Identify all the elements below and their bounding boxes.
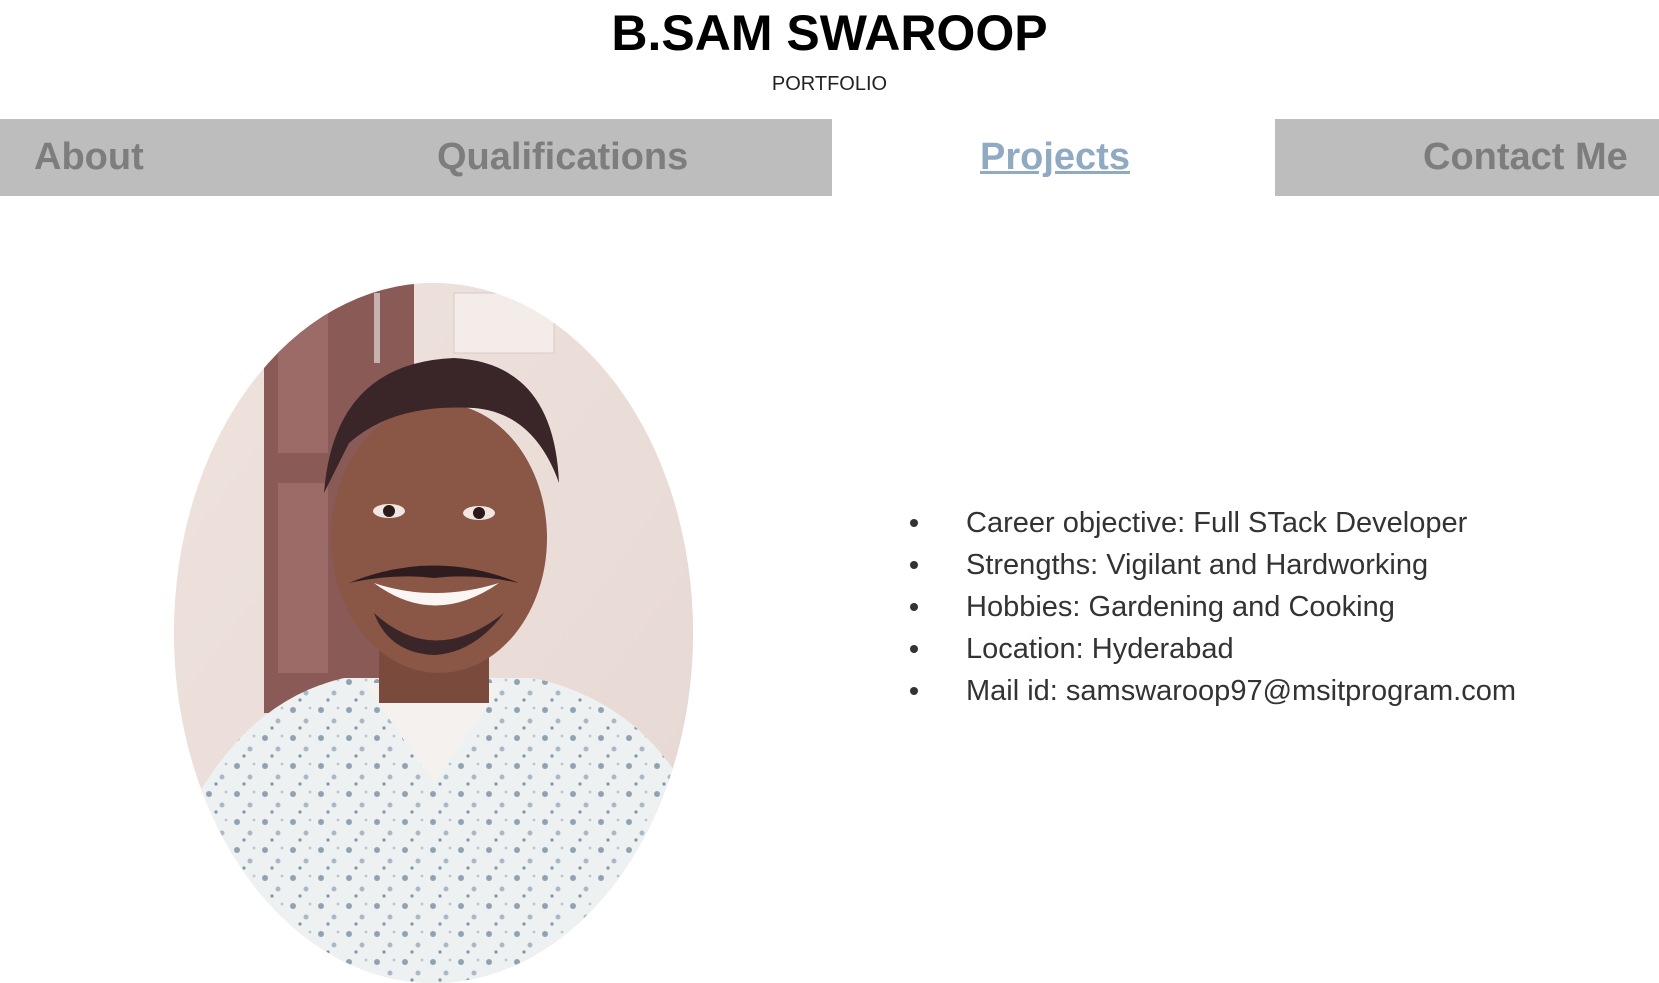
bullet-icon — [910, 561, 918, 569]
info-list: Career objective: Full STack Developer S… — [910, 502, 1516, 712]
info-item-text: Mail id: samswaroop97@msitprogram.com — [966, 675, 1516, 707]
site-subtitle: PORTFOLIO — [771, 73, 888, 95]
bullet-icon — [910, 603, 918, 611]
bullet-icon — [910, 519, 918, 527]
info-item-location: Location: Hyderabad — [910, 628, 1516, 670]
nav-link-qualifications[interactable]: Qualifications — [437, 119, 688, 196]
site-title: B.SAM SWAROOP — [611, 5, 1048, 61]
info-item-text: Career objective: Full STack Developer — [966, 507, 1468, 539]
info-item-text: Hobbies: Gardening and Cooking — [966, 591, 1395, 623]
info-item-strengths: Strengths: Vigilant and Hardworking — [910, 544, 1516, 586]
info-item-career-objective: Career objective: Full STack Developer — [910, 502, 1516, 544]
nav-link-projects[interactable]: Projects — [980, 119, 1130, 196]
info-item-text: Location: Hyderabad — [966, 633, 1234, 665]
profile-photo — [174, 283, 693, 983]
profile-photo-illustration — [174, 283, 693, 983]
nav-link-about[interactable]: About — [34, 119, 144, 196]
main-nav: About Qualifications Projects Contact Me — [0, 119, 1659, 196]
nav-link-contact-me[interactable]: Contact Me — [1423, 119, 1628, 196]
info-item-mail-id: Mail id: samswaroop97@msitprogram.com — [910, 670, 1516, 712]
bullet-icon — [910, 687, 918, 695]
info-item-hobbies: Hobbies: Gardening and Cooking — [910, 586, 1516, 628]
bullet-icon — [910, 645, 918, 653]
site-header: B.SAM SWAROOP PORTFOLIO — [0, 0, 1659, 119]
info-item-text: Strengths: Vigilant and Hardworking — [966, 549, 1429, 581]
